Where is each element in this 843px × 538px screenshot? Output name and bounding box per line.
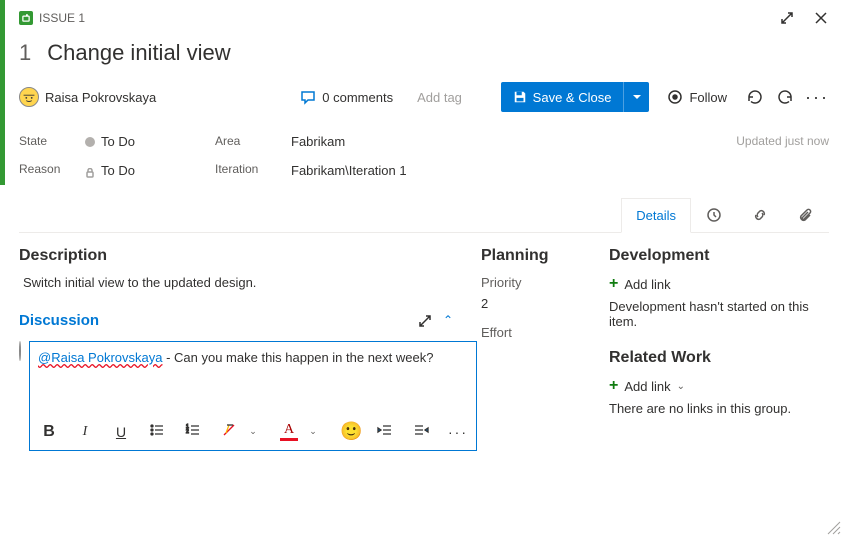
- tab-history[interactable]: [691, 198, 737, 232]
- bullet-list-button[interactable]: [148, 422, 166, 441]
- reason-field[interactable]: To Do: [85, 163, 215, 178]
- related-add-link[interactable]: + Add link ⌄: [609, 377, 829, 395]
- title-row: 1 Change initial view: [19, 40, 829, 66]
- discussion-expand-icon[interactable]: [417, 313, 433, 329]
- mention[interactable]: @Raisa Pokrovskaya: [38, 350, 162, 365]
- tabs-row: Details: [19, 198, 829, 233]
- tab-details[interactable]: Details: [621, 198, 691, 233]
- work-item-title[interactable]: Change initial view: [47, 40, 230, 66]
- comment-text[interactable]: @Raisa Pokrovskaya - Can you make this h…: [38, 350, 468, 365]
- discussion-header: Discussion ⌃: [19, 312, 453, 329]
- reason-label: Reason: [19, 162, 85, 176]
- development-add-link[interactable]: + Add link: [609, 275, 829, 293]
- description-text[interactable]: Switch initial view to the updated desig…: [19, 275, 453, 290]
- lock-icon: [85, 166, 95, 176]
- resize-grip[interactable]: [827, 521, 841, 535]
- state-field[interactable]: To Do: [85, 134, 215, 149]
- clear-format-button[interactable]: [220, 422, 238, 441]
- state-label: State: [19, 134, 85, 148]
- close-icon[interactable]: [813, 10, 829, 26]
- discussion-collapse-icon[interactable]: ⌃: [443, 313, 453, 329]
- iteration-label: Iteration: [215, 162, 291, 176]
- bold-button[interactable]: B: [40, 423, 58, 441]
- expand-icon[interactable]: [779, 10, 795, 26]
- save-close-button[interactable]: Save & Close: [501, 82, 650, 112]
- follow-label: Follow: [689, 90, 727, 105]
- meta-right: Save & Close Follow ···: [501, 82, 829, 112]
- area-label: Area: [215, 134, 291, 148]
- underline-button[interactable]: U: [112, 424, 130, 440]
- work-item-id: 1: [19, 40, 31, 66]
- column-planning: Planning Priority 2 Effort: [481, 247, 581, 451]
- discussion-body: @Raisa Pokrovskaya - Can you make this h…: [19, 341, 453, 451]
- area-field[interactable]: Fabrikam: [291, 134, 491, 149]
- window-controls: [779, 10, 829, 26]
- follow-button[interactable]: Follow: [659, 82, 735, 112]
- description-heading: Description: [19, 247, 453, 265]
- fields-row: State Reason To Do To Do Area Iteration …: [19, 134, 829, 178]
- font-color-button[interactable]: A: [280, 423, 298, 441]
- priority-label: Priority: [481, 275, 581, 290]
- comments-button[interactable]: 0 comments: [300, 89, 393, 105]
- priority-value[interactable]: 2: [481, 296, 581, 311]
- more-actions-icon[interactable]: ···: [805, 88, 829, 106]
- topbar: ISSUE 1: [19, 10, 829, 26]
- effort-label: Effort: [481, 325, 581, 340]
- meta-row: Raisa Pokrovskaya 0 comments Add tag Sav…: [19, 82, 829, 112]
- ordered-list-button[interactable]: 12: [184, 422, 202, 441]
- avatar: [19, 87, 39, 107]
- development-heading: Development: [609, 247, 829, 265]
- column-right: Development + Add link Development hasn'…: [609, 247, 829, 451]
- related-note: There are no links in this group.: [609, 401, 829, 416]
- work-item-type: ISSUE 1: [19, 11, 85, 25]
- work-item-pane: ISSUE 1 1 Change initial view Raisa Pokr…: [5, 0, 843, 537]
- clear-format-dropdown[interactable]: ⌄: [244, 426, 262, 437]
- save-dropdown[interactable]: [623, 82, 649, 112]
- state-dot-icon: [85, 137, 95, 147]
- refresh-icon[interactable]: [745, 87, 765, 107]
- toolbar-more-button[interactable]: ···: [448, 424, 466, 440]
- font-color-dropdown[interactable]: ⌄: [304, 426, 322, 437]
- issue-type-icon: [19, 11, 33, 25]
- comment-avatar: [19, 341, 21, 361]
- assignee-name: Raisa Pokrovskaya: [45, 90, 156, 105]
- editor-toolbar: B I U 12 ⌄ A ⌄ 🙂 ···: [38, 417, 468, 442]
- tab-attachments[interactable]: [783, 198, 829, 232]
- emoji-button[interactable]: 🙂: [340, 421, 358, 442]
- plus-icon: +: [609, 377, 618, 395]
- italic-button[interactable]: I: [76, 424, 94, 440]
- main-columns: Description Switch initial view to the u…: [19, 247, 829, 451]
- discussion-heading: Discussion: [19, 312, 99, 329]
- comment-editor[interactable]: @Raisa Pokrovskaya - Can you make this h…: [29, 341, 477, 451]
- updated-timestamp: Updated just now: [736, 134, 829, 178]
- chevron-down-icon: ⌄: [677, 381, 685, 392]
- add-tag-button[interactable]: Add tag: [417, 90, 462, 105]
- undo-icon[interactable]: [775, 87, 795, 107]
- column-left: Description Switch initial view to the u…: [19, 247, 453, 451]
- tab-links[interactable]: [737, 198, 783, 232]
- save-label: Save & Close: [533, 90, 612, 105]
- assignee[interactable]: Raisa Pokrovskaya: [19, 87, 156, 107]
- indent-button[interactable]: [412, 422, 430, 441]
- outdent-button[interactable]: [376, 422, 394, 441]
- comments-count: 0 comments: [322, 90, 393, 105]
- svg-text:2: 2: [186, 429, 189, 435]
- plus-icon: +: [609, 275, 618, 293]
- planning-heading: Planning: [481, 247, 581, 265]
- development-note: Development hasn't started on this item.: [609, 299, 829, 329]
- work-item-type-label: ISSUE 1: [39, 11, 85, 25]
- iteration-field[interactable]: Fabrikam\Iteration 1: [291, 163, 491, 178]
- related-heading: Related Work: [609, 349, 829, 367]
